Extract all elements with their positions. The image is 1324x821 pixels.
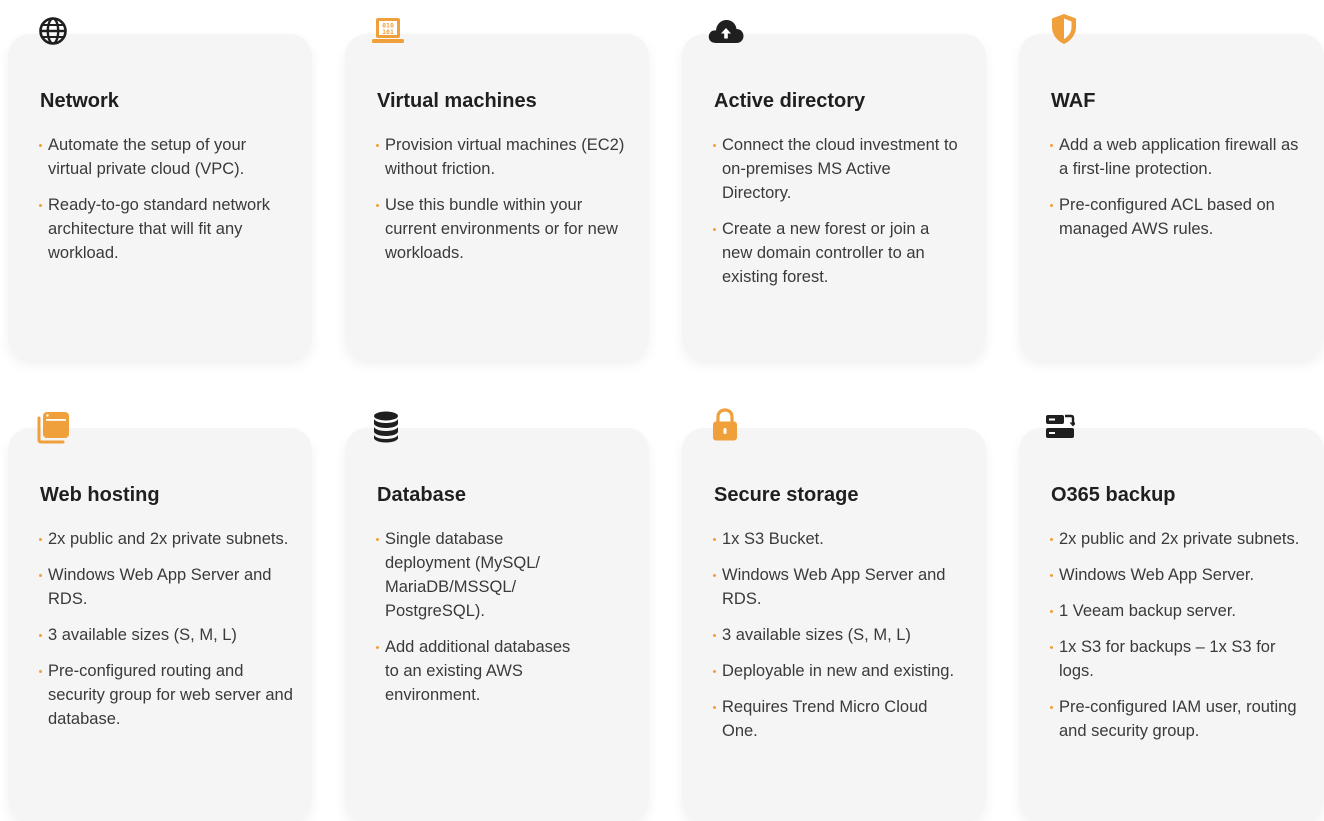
bullet-item: 3 available sizes (S, M, L) [38, 623, 296, 647]
card-secure-storage: Secure storage 1x S3 Bucket. Windows Web… [682, 408, 986, 821]
card-title: Active directory [714, 90, 866, 112]
card-title: Secure storage [714, 484, 859, 506]
card-title: Database [377, 484, 466, 506]
bullet-list: 2x public and 2x private subnets. Window… [1049, 527, 1314, 755]
bullet-item: Provision virtual machines (EC2) without… [375, 133, 633, 181]
bullet-list: Single database deployment (MySQL/ Maria… [375, 527, 587, 719]
card-o365-backup: O365 backup 2x public and 2x private sub… [1019, 414, 1324, 821]
svg-text:101: 101 [382, 28, 394, 36]
bullet-item: Windows Web App Server and RDS. [712, 563, 962, 611]
bullet-item: Add additional databases to an existing … [375, 635, 587, 707]
bullet-item: 3 available sizes (S, M, L) [712, 623, 962, 647]
bullet-item: Windows Web App Server. [1049, 563, 1314, 587]
lock-icon [708, 408, 742, 442]
bullet-item: 1 Veeam backup server. [1049, 599, 1314, 623]
bullet-item: Connect the cloud investment to on-premi… [712, 133, 962, 205]
card-database: Database Single database deployment (MyS… [345, 411, 649, 821]
bullet-list: 2x public and 2x private subnets. Window… [38, 527, 296, 743]
bullet-item: Pre-configured routing and security grou… [38, 659, 296, 731]
card-title: Network [40, 90, 119, 112]
database-icon [369, 410, 403, 444]
bullet-list: Provision virtual machines (EC2) without… [375, 133, 633, 277]
bullet-item: 1x S3 for backups – 1x S3 for logs. [1049, 635, 1314, 683]
card-network: Network Automate the setup of your virtu… [8, 17, 312, 359]
bullet-list: Connect the cloud investment to on-premi… [712, 133, 962, 301]
card-waf: WAF Add a web application firewall as a … [1019, 14, 1324, 359]
card-title: O365 backup [1051, 484, 1176, 506]
card-active-directory: Active directory Connect the cloud inves… [682, 20, 986, 359]
bullet-item: 2x public and 2x private subnets. [1049, 527, 1314, 551]
card-title: WAF [1051, 90, 1096, 112]
bullet-item: Add a web application firewall as a firs… [1049, 133, 1299, 181]
card-title: Virtual machines [377, 90, 537, 112]
cloud-upload-icon [706, 14, 746, 48]
bullet-item: Requires Trend Micro Cloud One. [712, 695, 962, 743]
card-virtual-machines: 010 101 Virtual machines Provision virtu… [345, 18, 649, 359]
bullet-list: Automate the setup of your virtual priva… [38, 133, 274, 277]
card-web-hosting: Web hosting 2x public and 2x private sub… [8, 412, 312, 821]
laptop-binary-icon: 010 101 [371, 14, 405, 48]
bullet-item: 1x S3 Bucket. [712, 527, 962, 551]
bullet-item: Create a new forest or join a new domain… [712, 217, 962, 289]
bullet-list: 1x S3 Bucket. Windows Web App Server and… [712, 527, 962, 755]
bullet-item: Use this bundle within your current envi… [375, 193, 633, 265]
globe-icon [36, 14, 70, 48]
bullet-item: Windows Web App Server and RDS. [38, 563, 296, 611]
bullet-item: Single database deployment (MySQL/ Maria… [375, 527, 587, 623]
server-transfer-icon [1043, 410, 1077, 444]
browser-window-icon [36, 410, 70, 444]
bullet-list: Add a web application firewall as a firs… [1049, 133, 1299, 253]
bullet-item: 2x public and 2x private subnets. [38, 527, 296, 551]
bullet-item: Ready-to-go standard network architectur… [38, 193, 274, 265]
bullet-item: Pre-configured ACL based on managed AWS … [1049, 193, 1299, 241]
card-title: Web hosting [40, 484, 160, 506]
bullet-item: Automate the setup of your virtual priva… [38, 133, 274, 181]
shield-icon [1047, 12, 1081, 46]
bullet-item: Deployable in new and existing. [712, 659, 962, 683]
bullet-item: Pre-configured IAM user, routing and sec… [1049, 695, 1314, 743]
